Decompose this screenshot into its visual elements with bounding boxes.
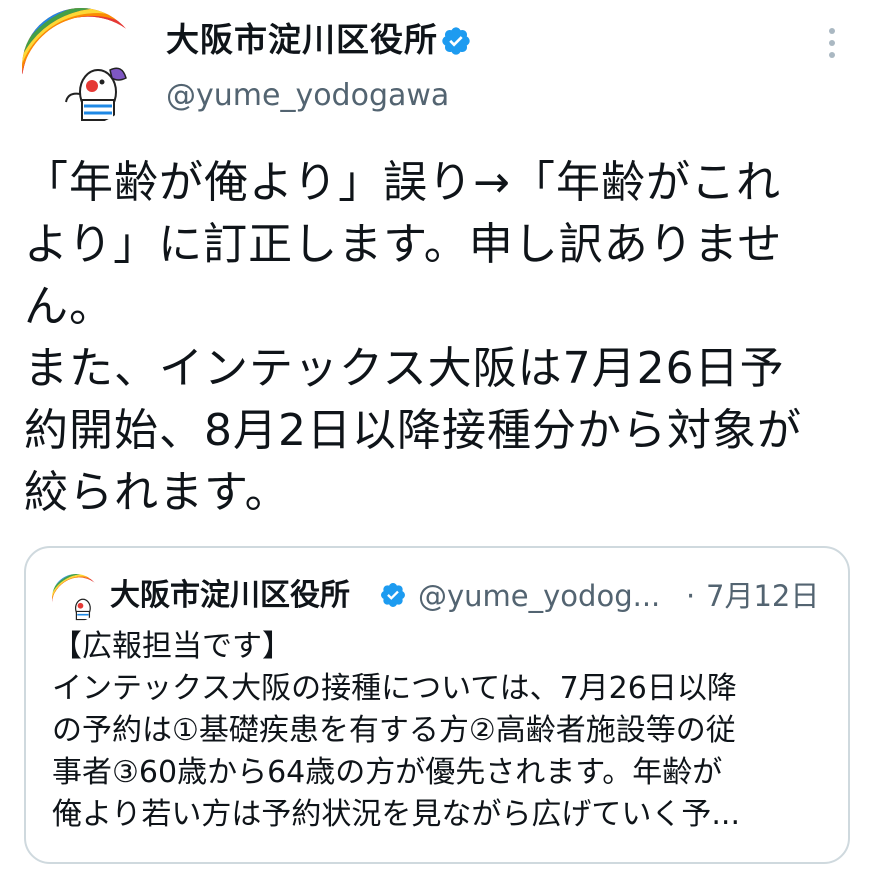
quoted-tweet-card[interactable]: 大阪市淀川区役所 @yume_yodog... · 7月12日 【広報担当です】… xyxy=(24,546,850,864)
meta-separator: · xyxy=(686,579,696,613)
tweet-text-line: より」に訂正します。申し訳ありませ xyxy=(24,219,783,270)
author-display-name[interactable]: 大阪市淀川区役所 xyxy=(166,20,438,60)
tweet-text-line: また、インテックス大阪は7月26日予 xyxy=(24,343,785,394)
author-handle[interactable]: @yume_yodogawa xyxy=(166,76,449,116)
quoted-text-line: 俺より若い方は予約状況を見ながら広げていく予... xyxy=(52,797,741,832)
author-avatar[interactable] xyxy=(22,8,140,126)
quoted-author-display-name: 大阪市淀川区役所 xyxy=(110,578,350,613)
tweet-text-line: ん。 xyxy=(24,281,114,332)
rainbow-mascot-avatar-icon xyxy=(22,8,140,126)
quoted-author-handle: @yume_yodog... xyxy=(418,579,661,613)
verified-badge-icon xyxy=(381,583,405,607)
tweet-text-line: 「年齢が俺より」誤り→「年齢がこれ xyxy=(24,157,781,208)
more-vertical-icon[interactable] xyxy=(826,28,838,58)
tweet-text-line: 絞られます。 xyxy=(24,467,290,518)
quoted-text-line: の予約は①基礎疾患を有する方②高齢者施設等の従 xyxy=(52,713,736,748)
quoted-tweet-date: 7月12日 xyxy=(706,579,820,613)
verified-badge-icon xyxy=(442,27,470,55)
quoted-text-line: インテックス大阪の接種については、7月26日以降 xyxy=(52,671,737,706)
quoted-text-line: 【広報担当です】 xyxy=(52,629,292,664)
tweet-text: 「年齢が俺より」誤り→「年齢がこれ より」に訂正します。申し訳ありませ ん。 ま… xyxy=(24,152,854,524)
rainbow-mascot-avatar-icon xyxy=(52,574,100,622)
quoted-author-avatar xyxy=(52,574,100,622)
quoted-tweet-text: 【広報担当です】 インテックス大阪の接種については、7月26日以降 の予約は①基… xyxy=(52,626,832,836)
tweet-text-line: 約開始、8月2日以降接種分から対象が xyxy=(24,405,802,456)
quoted-text-line: 事者③60歳から64歳の方が優先されます。年齢が xyxy=(52,755,723,790)
